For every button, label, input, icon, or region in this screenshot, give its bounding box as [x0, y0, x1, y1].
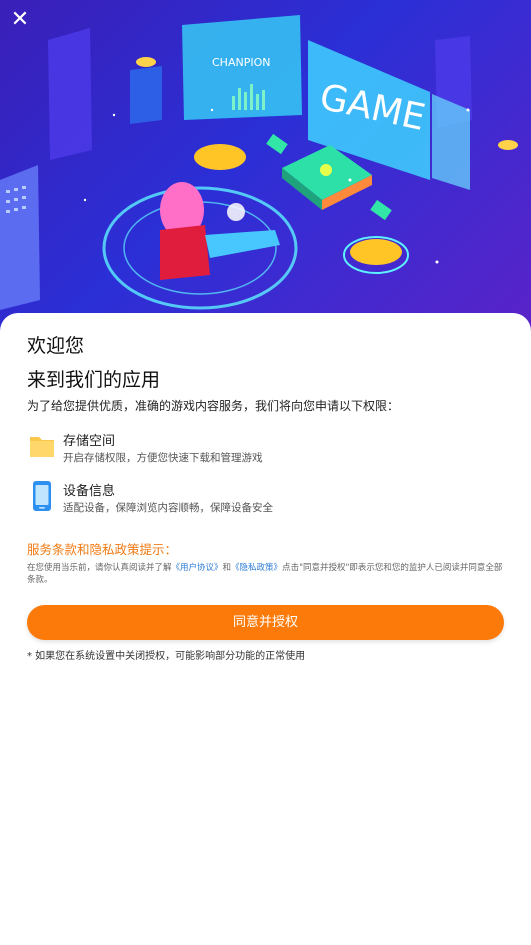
permission-desc: 适配设备，保障浏览内容顺畅，保障设备安全	[63, 502, 273, 514]
permission-name: 存储空间	[63, 434, 116, 449]
page-title: 来到我们的应用	[27, 369, 161, 391]
permission-desc: 开启存储权限，方便您快速下载和管理游戏	[63, 452, 263, 464]
footnote: * 如果您在系统设置中关闭授权，可能影响部分功能的正常使用	[27, 651, 306, 662]
permission-item-storage: 存储空间 开启存储权限，方便您快速下载和管理游戏	[27, 430, 497, 470]
hero-illustration: CHANPION GAME	[0, 15, 518, 310]
privacy-policy-link[interactable]: 《隐私政策》	[231, 563, 282, 573]
policy-text: 在您使用当乐前，请你认真阅读并了解《用户协议》和《隐私政策》点击"同意并授权"即…	[27, 562, 505, 586]
policy-and: 和	[222, 563, 232, 573]
permission-card: 欢迎您 来到我们的应用 为了给您提供优质，准确的游戏内容服务，我们将向您申请以下…	[0, 313, 531, 945]
policy-heading: 服务条款和隐私政策提示：	[27, 542, 178, 557]
welcome-text: 欢迎您	[27, 335, 85, 357]
agree-authorize-button[interactable]: 同意并授权	[27, 605, 504, 640]
policy-text-part1: 在您使用当乐前，请你认真阅读并了解	[27, 563, 172, 573]
phone-icon	[33, 481, 51, 511]
permission-item-device: 设备信息 适配设备，保障浏览内容顺畅，保障设备安全	[27, 480, 497, 520]
user-agreement-link[interactable]: 《用户协议》	[172, 563, 223, 573]
folder-icon	[30, 437, 54, 457]
hero-screen-text-left: CHANPION	[212, 56, 270, 69]
permission-name: 设备信息	[63, 484, 116, 499]
hero-banner: CHANPION GAME ✕	[0, 0, 531, 340]
close-icon[interactable]: ✕	[8, 8, 32, 32]
intro-text: 为了给您提供优质，准确的游戏内容服务，我们将向您申请以下权限：	[27, 399, 400, 413]
